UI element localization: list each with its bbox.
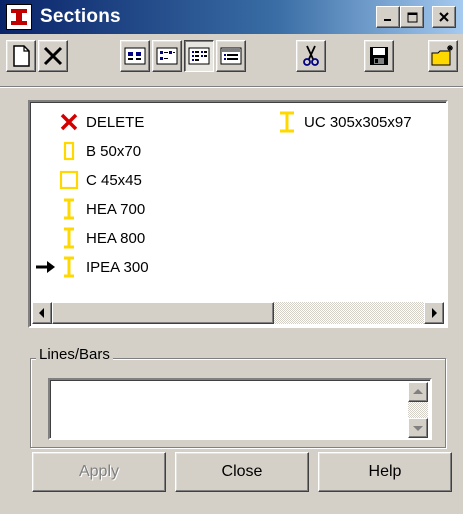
red-x-icon: [58, 111, 80, 133]
scrollbar-thumb[interactable]: [52, 302, 274, 324]
new-button[interactable]: [6, 40, 36, 72]
lines-bars-label: Lines/Bars: [36, 346, 113, 363]
i-beam-icon: [6, 4, 32, 30]
new-folder-button[interactable]: [428, 40, 458, 72]
minimize-button[interactable]: [376, 6, 400, 28]
arrow-left-icon: [39, 308, 44, 318]
vertical-scrollbar[interactable]: [408, 382, 428, 438]
delete-x-icon: [43, 46, 63, 66]
large-icons-view-icon: [124, 47, 146, 65]
arrow-down-icon: [413, 426, 423, 431]
i-section-icon: [276, 111, 298, 133]
list-item-current[interactable]: IPEA 300: [36, 255, 149, 279]
large-icons-view-button[interactable]: [120, 40, 150, 72]
list-view-button[interactable]: [184, 40, 214, 72]
scroll-right-button[interactable]: [424, 302, 444, 324]
maximize-button[interactable]: [400, 6, 424, 28]
list-item-label: IPEA 300: [86, 258, 149, 276]
details-view-button[interactable]: [216, 40, 246, 72]
scroll-left-button[interactable]: [32, 302, 52, 324]
help-button-label: Help: [368, 463, 402, 480]
close-icon: [439, 12, 449, 22]
scroll-up-button[interactable]: [408, 382, 428, 402]
apply-button-label: Apply: [78, 463, 120, 480]
help-button[interactable]: Help: [318, 452, 452, 492]
new-folder-icon: [431, 45, 453, 66]
i-section-icon: [58, 256, 80, 278]
list-item-label: C 45x45: [86, 171, 142, 189]
close-window-button[interactable]: [432, 6, 456, 28]
floppy-disk-icon: [370, 47, 388, 65]
minimize-icon: [384, 19, 391, 21]
lines-bars-field[interactable]: [48, 378, 432, 440]
close-button-label: Close: [221, 463, 263, 480]
list-item[interactable]: HEA 800: [36, 226, 145, 250]
list-view-icon: [188, 47, 210, 65]
square-section-icon: [58, 169, 80, 191]
list-item-label: UC 305x305x97: [304, 113, 412, 131]
scissors-icon: [303, 45, 319, 66]
list-item-label: HEA 700: [86, 200, 146, 218]
close-button[interactable]: Close: [175, 452, 309, 492]
rectangle-section-icon: [58, 140, 80, 162]
delete-button[interactable]: [38, 40, 68, 72]
sections-list[interactable]: DELETE B 50x70 C 45x45 HEA 700 HEA 800 I…: [28, 100, 448, 328]
list-item[interactable]: C 45x45: [36, 168, 142, 192]
cut-button[interactable]: [296, 40, 326, 72]
maximize-icon: [407, 12, 417, 22]
toolbar: [0, 36, 463, 80]
new-document-icon: [13, 45, 30, 67]
i-section-icon: [58, 227, 80, 249]
list-item-label: HEA 800: [86, 229, 146, 247]
title-bar[interactable]: Sections: [0, 0, 463, 34]
window-title: Sections: [40, 6, 121, 27]
save-button[interactable]: [364, 40, 394, 72]
small-icons-view-icon: [156, 47, 178, 65]
horizontal-scrollbar[interactable]: [32, 302, 444, 324]
toolbar-separator: [0, 86, 463, 88]
details-view-icon: [220, 47, 242, 65]
list-item[interactable]: UC 305x305x97: [276, 110, 412, 134]
list-item[interactable]: HEA 700: [36, 197, 145, 221]
arrow-right-icon: [36, 260, 58, 274]
list-item-label: DELETE: [86, 113, 145, 131]
apply-button[interactable]: Apply: [32, 452, 166, 492]
arrow-up-icon: [413, 389, 423, 394]
small-icons-view-button[interactable]: [152, 40, 182, 72]
scroll-down-button[interactable]: [408, 418, 428, 438]
list-item[interactable]: B 50x70: [36, 139, 141, 163]
list-item[interactable]: DELETE: [36, 110, 144, 134]
i-section-icon: [58, 198, 80, 220]
list-item-label: B 50x70: [86, 142, 142, 160]
arrow-right-icon: [432, 308, 437, 318]
